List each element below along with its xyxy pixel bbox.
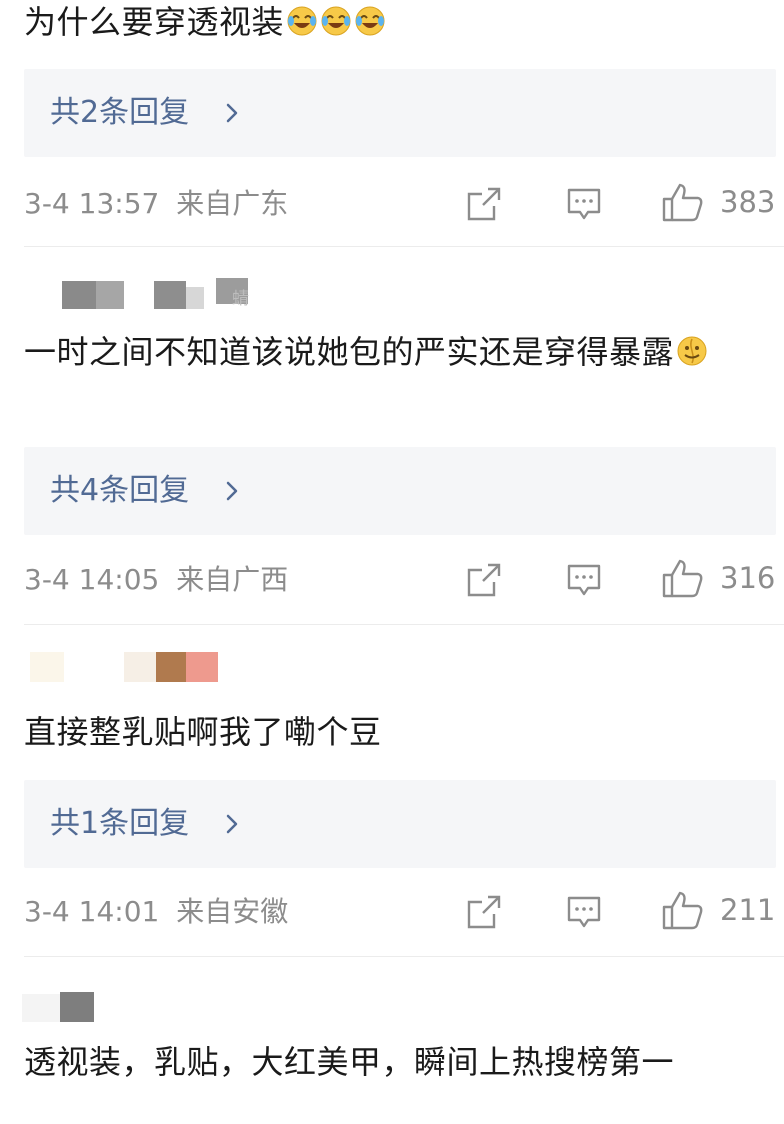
- timestamp: 3-4 14:01: [24, 895, 160, 928]
- comment-meta: 3-4 14:01 来自安徽: [24, 892, 288, 932]
- comment-meta: 3-4 14:05 来自广西: [24, 560, 288, 600]
- forward-icon[interactable]: [466, 894, 502, 930]
- divider: [24, 624, 784, 625]
- divider: [24, 246, 784, 247]
- comment-text: 直接整乳贴啊我了嘞个豆: [24, 713, 382, 751]
- view-replies-button[interactable]: 共1条回复: [24, 780, 776, 868]
- timestamp: 3-4 14:05: [24, 563, 160, 596]
- comment-icon[interactable]: [566, 186, 602, 222]
- laugh-cry-emoji: [355, 6, 385, 36]
- like-count: 211: [720, 893, 776, 927]
- reply-count-label: 共1条回复: [50, 806, 190, 841]
- laugh-cry-emoji: [287, 6, 317, 36]
- reply-count-label: 共4条回复: [50, 473, 190, 508]
- thinking-smile-emoji: [677, 336, 707, 366]
- timestamp: 3-4 13:57: [24, 187, 160, 220]
- location: 来自安徽: [176, 895, 289, 928]
- forward-icon[interactable]: [466, 186, 502, 222]
- chevron-right-icon: [226, 103, 238, 123]
- username-redacted: [22, 988, 102, 1022]
- location: 来自广西: [176, 563, 289, 596]
- view-replies-button[interactable]: 共2条回复: [24, 69, 776, 157]
- like-count: 383: [720, 185, 776, 219]
- comment-icon[interactable]: [566, 562, 602, 598]
- username-fragment: 蜻: [232, 289, 249, 309]
- comment-meta: 3-4 13:57 来自广东: [24, 184, 288, 224]
- reply-count-label: 共2条回复: [50, 95, 190, 130]
- laugh-cry-emoji: [321, 6, 351, 36]
- location: 来自广东: [176, 187, 289, 220]
- forward-icon[interactable]: [466, 562, 502, 598]
- divider: [24, 956, 784, 957]
- like-icon: [662, 891, 703, 930]
- comment-text: 透视装，乳贴，大红美甲，瞬间上热搜榜第一: [24, 1043, 675, 1081]
- chevron-right-icon: [226, 481, 238, 501]
- like-count: 316: [720, 561, 776, 595]
- comment-text: 一时之间不知道该说她包的严实还是穿得暴露: [24, 326, 780, 378]
- comment-text: 为什么要穿透视装: [24, 0, 780, 48]
- comment-icon[interactable]: [566, 894, 602, 930]
- username-redacted: [30, 650, 230, 682]
- view-replies-button[interactable]: 共4条回复: [24, 447, 776, 535]
- chevron-right-icon: [226, 814, 238, 834]
- username-redacted: 蜻: [60, 278, 270, 311]
- like-icon: [662, 183, 703, 222]
- like-icon: [662, 559, 703, 598]
